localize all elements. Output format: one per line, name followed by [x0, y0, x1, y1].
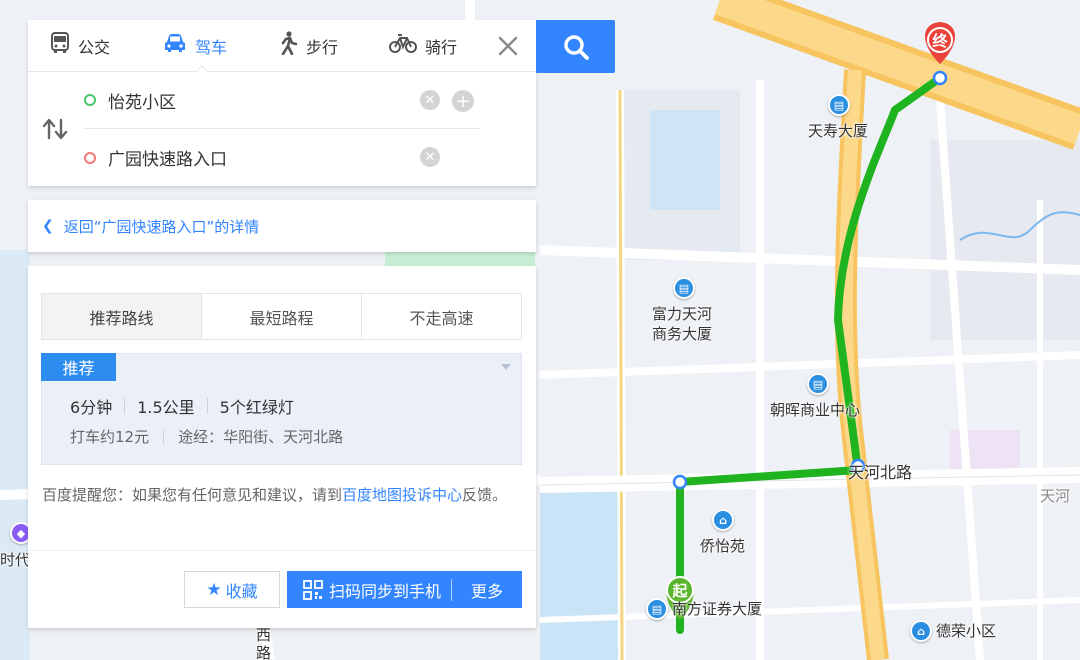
back-panel: ❮ 返回“广园快速路入口”的详情 [28, 200, 536, 252]
tab-shortest-route[interactable]: 最短路程 [201, 294, 361, 339]
distance-unit: 公里 [162, 398, 195, 417]
route-sub-stats: 打车约12元 途经：华阳街、天河北路 [70, 426, 343, 447]
tab-drive[interactable]: 驾车 [163, 20, 227, 72]
notice-suffix: 反馈。 [462, 486, 508, 504]
building-icon: ▤ [646, 598, 668, 620]
label-fuli-1: 富力天河 [652, 305, 713, 323]
close-icon[interactable] [496, 34, 520, 58]
route-inputs: 怡苑小区 广园快速路入口 ✕ ✕ + [28, 72, 536, 186]
route-option-tabs: 推荐路线 最短路程 不走高速 [41, 293, 522, 340]
tab-avoid-highway[interactable]: 不走高速 [361, 294, 521, 339]
bus-icon [50, 32, 70, 59]
favorite-button[interactable]: ★ 收藏 [184, 571, 280, 608]
label-derong: 德荣小区 [936, 622, 997, 640]
home-icon: ⌂ [910, 620, 932, 642]
tab-bus[interactable]: 公交 [50, 20, 110, 72]
home-icon: ⌂ [712, 509, 734, 531]
end-dot-icon [84, 151, 96, 164]
poi-derong[interactable]: ⌂ 德荣小区 [910, 620, 996, 642]
poi-tianshou[interactable]: ▤ [828, 94, 850, 116]
label-tianhe-north-road: 天河北路 [848, 463, 913, 482]
complaint-center-link[interactable]: 百度地图投诉中心 [342, 486, 462, 504]
sync-button-group: 扫码同步到手机 更多 [287, 571, 522, 608]
end-marker-label: 终 [932, 32, 948, 50]
start-dot-icon [84, 94, 96, 106]
divider [28, 550, 536, 551]
notice-prefix: 百度提醒您：如果您有任何意见和建议，请到 [42, 486, 343, 504]
sync-to-phone-button[interactable]: 扫码同步到手机 [287, 571, 451, 608]
recommended-badge: 推荐 [41, 353, 116, 381]
chevron-down-icon[interactable] [501, 364, 511, 370]
poi-fuli[interactable]: ▤ [673, 277, 695, 299]
traffic-lights: 5个红绿灯 [220, 394, 294, 418]
divider [163, 429, 165, 444]
taxi-fare-prefix: 打车约 [70, 428, 116, 446]
label-securities: 南方证券大厦 [672, 600, 763, 618]
route-search-panel: 公交 驾车 步行 骑行 怡苑小区 广园快速路入口 ✕ ✕ + [28, 20, 536, 186]
walk-icon [278, 31, 298, 60]
poi-zhaohui[interactable]: ▤ [807, 373, 829, 395]
bike-icon [389, 33, 417, 58]
swap-direction-icon[interactable] [42, 118, 68, 140]
tab-walk[interactable]: 步行 [278, 20, 338, 72]
clear-end-icon[interactable]: ✕ [420, 147, 440, 167]
label-zhaohui: 朝晖商业中心 [770, 401, 861, 419]
taxi-fare: 打车约12元 [70, 426, 149, 447]
chevron-left-icon: ❮ [42, 218, 54, 234]
building-icon: ▤ [673, 277, 695, 299]
search-icon [563, 34, 589, 60]
route-result-panel: 推荐路线 最短路程 不走高速 推荐 6分钟 1.5公里 5个红绿灯 打车约12元… [28, 266, 536, 628]
more-button[interactable]: 更多 [452, 571, 522, 608]
qr-code-icon [303, 579, 323, 600]
feedback-notice: 百度提醒您：如果您有任何意见和建议，请到百度地图投诉中心反馈。 [42, 482, 526, 509]
clear-start-icon[interactable]: ✕ [420, 90, 440, 110]
add-waypoint-icon[interactable]: + [452, 90, 474, 112]
star-icon: ★ [206, 579, 222, 600]
building-icon: ▤ [807, 373, 829, 395]
label-west-road-2: 路 [256, 644, 272, 660]
search-button[interactable] [536, 20, 615, 73]
route-stats: 6分钟 1.5公里 5个红绿灯 [70, 394, 294, 418]
traffic-lights-value: 5 [219, 398, 230, 417]
transport-mode-tabs: 公交 驾车 步行 骑行 [28, 20, 536, 72]
tab-bike[interactable]: 骑行 [389, 20, 457, 72]
back-to-details-link[interactable]: 返回“广园快速路入口”的详情 [64, 216, 260, 237]
sync-label: 扫码同步到手机 [329, 581, 442, 601]
tab-drive-label: 驾车 [195, 37, 228, 57]
distance: 1.5公里 [137, 394, 194, 418]
tab-bike-label: 骑行 [425, 37, 458, 57]
duration: 6分钟 [70, 394, 112, 418]
recommended-route-card[interactable]: 推荐 6分钟 1.5公里 5个红绿灯 打车约12元 途经：华阳街、天河北路 [41, 353, 522, 465]
divider [124, 398, 126, 414]
car-icon [163, 33, 187, 58]
active-tab-indicator [196, 65, 208, 72]
divider [206, 398, 208, 414]
label-tianshou: 天寿大厦 [808, 122, 869, 140]
route-node [932, 70, 948, 86]
label-tianhe-edge: 天河 [1040, 487, 1071, 505]
route-node [672, 474, 688, 490]
via-roads: 途经：华阳街、天河北路 [178, 428, 344, 446]
tab-bus-label: 公交 [78, 37, 111, 57]
taxi-fare-value: 12 [115, 428, 135, 446]
taxi-fare-unit: 元 [134, 428, 150, 446]
building-icon: ▤ [828, 94, 850, 116]
tab-walk-label: 步行 [306, 37, 339, 57]
duration-unit: 分钟 [80, 398, 113, 417]
favorite-label: 收藏 [225, 581, 258, 601]
label-west-road-1: 西 [256, 626, 272, 644]
duration-value: 6 [70, 398, 81, 417]
distance-value: 1.5 [137, 398, 163, 417]
label-shidai: 时代 [0, 551, 31, 569]
traffic-lights-unit: 个红绿灯 [229, 398, 294, 417]
tab-recommended-route[interactable]: 推荐路线 [42, 294, 201, 339]
poi-securities[interactable]: ▤ 南方证券大厦 [646, 598, 762, 620]
poi-qiaoyi[interactable]: ⌂ [712, 509, 734, 531]
label-qiaoyi: 侨怡苑 [700, 537, 746, 555]
label-fuli-2: 商务大厦 [652, 325, 713, 343]
